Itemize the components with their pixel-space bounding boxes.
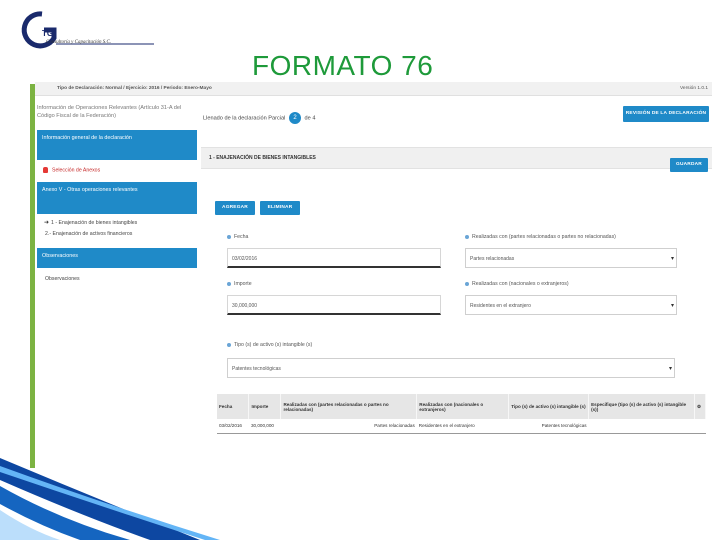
sidebar: Información de Operaciones Relevantes (A…	[35, 100, 199, 470]
tipo-value: Patentes tecnológicas	[232, 366, 281, 372]
cell-residentes: Residentes en el extranjero	[416, 419, 509, 434]
required-dot-icon	[227, 234, 231, 239]
status-suffix: de 4	[304, 115, 316, 122]
importe-input[interactable]: 30,000,000	[227, 295, 441, 315]
settings-icon[interactable]: ⚙	[697, 404, 701, 409]
sidebar-item-annex[interactable]: Anexo V - Otras operaciones relevantes	[37, 182, 197, 214]
realizadas-value: Partes relacionadas	[470, 256, 515, 262]
tipo-label: Tipo (s) de activo (s) intangible (s)	[227, 342, 312, 348]
company-logo: TG	[21, 11, 154, 49]
col-header[interactable]: Realizadas con (partes relacionadas o pa…	[280, 394, 418, 419]
cell-especifique	[588, 419, 695, 434]
realizadas-label-text: Realizadas con (partes relacionadas o pa…	[472, 234, 616, 240]
sidebar-item-observations[interactable]: Observaciones	[45, 276, 80, 282]
residentes-value: Residentes en el extranjero	[470, 303, 531, 309]
sidebar-item-selection[interactable]: Selección de Anexos	[43, 167, 100, 173]
col-header[interactable]: Realizadas con (nacionales o extranjeros…	[416, 394, 510, 419]
svg-text:TG: TG	[42, 29, 53, 38]
chevron-down-icon: ▾	[670, 256, 674, 262]
logo-text: Consultoría y Capacitación S.C.	[46, 40, 112, 45]
sidebar-item-general[interactable]: Información general de la declaración	[37, 130, 197, 160]
cell-fecha: 03/02/2016	[217, 419, 249, 434]
realizadas-label: Realizadas con (partes relacionadas o pa…	[465, 234, 616, 240]
sidebar-heading: Información de Operaciones Relevantes (A…	[37, 105, 182, 119]
fecha-label: Fecha	[227, 234, 248, 240]
required-dot-icon	[465, 234, 469, 239]
col-header[interactable]: Fecha	[217, 394, 250, 419]
sidebar-item-intangibles[interactable]: ➜ 1 - Enajenación de bienes intangibles	[44, 219, 137, 226]
review-declaration-button[interactable]: REVISIÓN DE LA DECLARACIÓN	[623, 106, 709, 122]
main-panel: Llenado de la declaración Parcial 2 de 4…	[201, 100, 712, 470]
chevron-down-icon: ▾	[668, 366, 672, 372]
fecha-input[interactable]: 03/02/2016	[227, 248, 441, 268]
tipo-label-text: Tipo (s) de activo (s) intangible (s)	[234, 342, 313, 348]
version-label: Versión 1.0.1	[679, 86, 708, 91]
progress-status: Llenado de la declaración Parcial 2 de 4	[203, 112, 315, 124]
save-button[interactable]: GUARDAR	[670, 158, 708, 172]
table-row[interactable]: 03/02/2016 30,000,000 Partes relacionada…	[217, 419, 706, 434]
required-dot-icon	[465, 281, 469, 286]
col-header[interactable]: Especifique (tipo (s) de activo (s) inta…	[588, 394, 695, 419]
sidebar-item-financial[interactable]: 2.- Enajenación de activos financieros	[45, 231, 132, 237]
importe-label-text: Importe	[234, 281, 252, 287]
realizadas-select[interactable]: Partes relacionadas ▾	[465, 248, 677, 268]
cell-tipo: Patentes tecnológicas	[508, 419, 589, 434]
col-header[interactable]: Importe	[248, 394, 282, 419]
decorative-swoosh	[0, 458, 220, 540]
breadcrumb: Tipo de Declaración: Normal / Ejercicio:…	[57, 86, 212, 91]
residentes-label-text: Realizadas con (nacionales o extranjeros…	[472, 281, 569, 287]
section-title: 1 - ENAJENACIÓN DE BIENES INTANGIBLES	[209, 155, 316, 161]
chevron-down-icon: ▾	[670, 303, 674, 309]
step-badge: 2	[288, 112, 301, 124]
slide-title: FORMATO 76	[252, 50, 434, 81]
sidebar-item-observations-header[interactable]: Observaciones	[37, 248, 197, 268]
required-dot-icon	[227, 342, 231, 347]
cell-realizadas: Partes relacionadas	[280, 419, 417, 434]
importe-label: Importe	[227, 281, 252, 287]
delete-button[interactable]: ELIMINAR	[260, 201, 300, 215]
fecha-label-text: Fecha	[234, 234, 249, 240]
selection-label: Selección de Anexos	[52, 167, 101, 174]
sat-form-screenshot: Tipo de Declaración: Normal / Ejercicio:…	[35, 82, 712, 470]
arrow-right-icon: ➜	[44, 220, 50, 226]
intangibles-label: 1 - Enajenación de bienes intangibles	[51, 220, 138, 226]
operations-table: Fecha Importe Realizadas con (partes rel…	[217, 394, 707, 434]
tipo-select[interactable]: Patentes tecnológicas ▾	[227, 358, 675, 378]
residentes-label: Realizadas con (nacionales o extranjeros…	[465, 281, 569, 287]
cell-actions	[694, 419, 706, 434]
required-dot-icon	[227, 281, 231, 286]
section-header: 1 - ENAJENACIÓN DE BIENES INTANGIBLES	[201, 147, 712, 169]
residentes-select[interactable]: Residentes en el extranjero ▾	[465, 295, 677, 315]
add-button[interactable]: AGREGAR	[215, 201, 255, 215]
table-header-row: Fecha Importe Realizadas con (partes rel…	[217, 394, 707, 419]
col-header[interactable]: Tipo (s) de activo (s) intangible (s)	[508, 394, 590, 419]
top-bar: Tipo de Declaración: Normal / Ejercicio:…	[35, 82, 712, 96]
cell-importe: 30,000,000	[248, 419, 281, 434]
flame-icon	[43, 167, 48, 173]
status-prefix: Llenado de la declaración Parcial	[203, 115, 286, 122]
col-header-actions[interactable]: ⚙	[694, 394, 707, 419]
